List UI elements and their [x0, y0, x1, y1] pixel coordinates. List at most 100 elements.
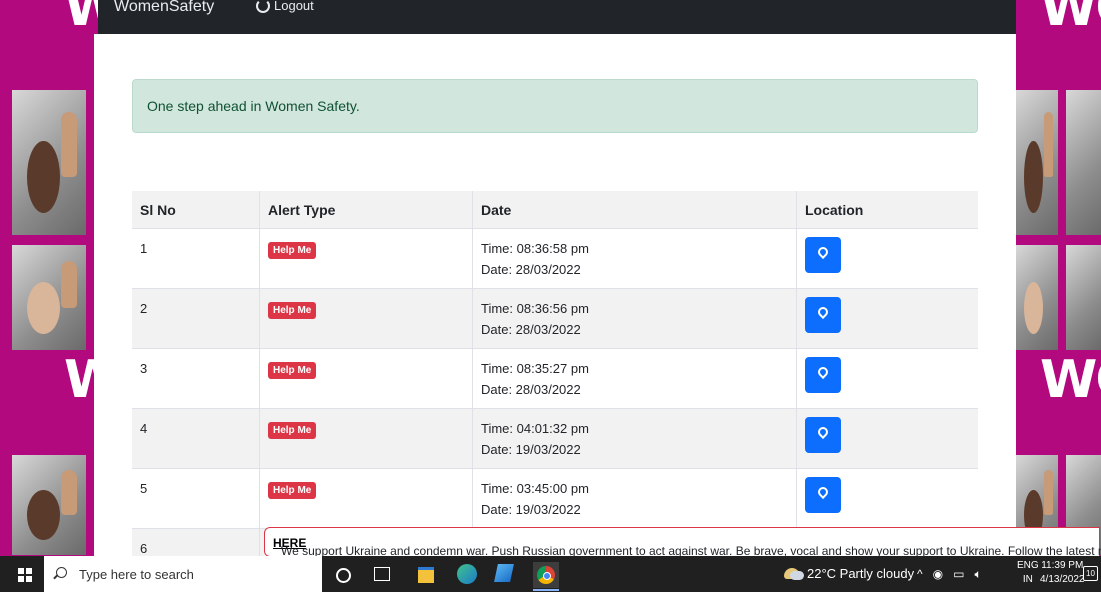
- alert-time: Time: 08:36:56 pm: [481, 301, 589, 316]
- table-row: 1 Help Me Time: 08:36:58 pm Date: 28/03/2…: [132, 228, 978, 289]
- cell-alert-type: Help Me: [259, 468, 473, 529]
- alert-message: One step ahead in Women Safety.: [147, 98, 360, 114]
- cell-sl-no: 2: [132, 288, 260, 349]
- column-header-alert-type: Alert Type: [259, 191, 473, 229]
- weather-widget[interactable]: 22°C Partly cloudy: [784, 566, 914, 581]
- background-photo: [1016, 245, 1058, 350]
- chrome-icon[interactable]: [533, 562, 559, 588]
- cell-location: [796, 348, 978, 409]
- top-navbar: WomenSafety Logout: [98, 0, 1016, 34]
- column-header-sl-no: Sl No: [132, 191, 260, 229]
- location-button[interactable]: [805, 477, 841, 513]
- background-photo: [12, 245, 86, 350]
- windows-taskbar: Type here to search 22°C Partly cloudy ^…: [0, 556, 1101, 592]
- windows-start-icon[interactable]: [18, 568, 32, 582]
- clock-time: 11:39 PM: [1041, 560, 1084, 571]
- background-photo: [1066, 90, 1101, 235]
- cortana-icon[interactable]: [336, 568, 351, 583]
- task-view-icon[interactable]: [374, 567, 390, 581]
- background-photo: [12, 90, 86, 235]
- edge-browser-icon[interactable]: [457, 564, 477, 584]
- meet-now-icon[interactable]: ◉: [933, 567, 943, 582]
- alerts-table: Sl No Alert Type Date Location 1 Help Me…: [132, 191, 978, 556]
- main-content: One step ahead in Women Safety. Sl No Al…: [94, 34, 1016, 556]
- search-icon: [56, 567, 67, 578]
- column-header-location: Location: [796, 191, 978, 229]
- battery-icon[interactable]: ▭: [953, 567, 964, 582]
- help-me-badge: Help Me: [268, 242, 317, 259]
- lang-code: ENG: [1017, 560, 1039, 571]
- taskbar-search-box[interactable]: Type here to search: [44, 556, 322, 592]
- cell-location: [796, 288, 978, 349]
- alert-date: Date: 28/03/2022: [481, 262, 581, 277]
- system-clock[interactable]: 11:39 PM 4/13/2022: [1040, 559, 1085, 587]
- cell-sl-no: 4: [132, 408, 260, 469]
- map-pin-icon: [815, 424, 831, 440]
- table-row: 2 Help Me Time: 08:36:56 pm Date: 28/03/2…: [132, 288, 978, 349]
- brand-link[interactable]: WomenSafety: [114, 0, 214, 16]
- help-me-badge: Help Me: [268, 422, 317, 439]
- alert-date: Date: 28/03/2022: [481, 382, 581, 397]
- alert-time: Time: 03:45:00 pm: [481, 481, 589, 496]
- system-tray: ^ ◉ ▭ 🔈︎: [917, 567, 982, 582]
- chevron-up-icon[interactable]: ^: [917, 567, 923, 582]
- power-icon: [256, 0, 270, 13]
- background-photo: [1066, 245, 1101, 350]
- background-photo: [1016, 90, 1058, 235]
- table-row: 5 Help Me Time: 03:45:00 pm Date: 19/03/2…: [132, 468, 978, 529]
- cell-alert-type: Help Me: [259, 228, 473, 289]
- cell-sl-no: 6: [132, 528, 260, 556]
- notification-center-icon[interactable]: 10: [1083, 566, 1098, 581]
- microsoft-store-icon[interactable]: [494, 564, 514, 582]
- table-row: 3 Help Me Time: 08:35:27 pm Date: 28/03/2…: [132, 348, 978, 409]
- help-me-badge: Help Me: [268, 482, 317, 499]
- alert-time: Time: 04:01:32 pm: [481, 421, 589, 436]
- column-header-date: Date: [472, 191, 797, 229]
- cell-alert-type: Help Me: [259, 348, 473, 409]
- ukraine-support-banner: We support Ukraine and condemn war. Push…: [264, 527, 1101, 558]
- cell-location: [796, 468, 978, 529]
- background-photo: [12, 455, 86, 555]
- alert-time: Time: 08:35:27 pm: [481, 361, 589, 376]
- cell-date: Time: 08:36:56 pm Date: 28/03/2022: [472, 288, 797, 349]
- help-me-badge: Help Me: [268, 362, 317, 379]
- background-letter: WO: [1040, 350, 1101, 410]
- table-row: 4 Help Me Time: 04:01:32 pm Date: 19/03/2…: [132, 408, 978, 469]
- region-code: IN: [1022, 574, 1033, 585]
- cell-location: [796, 228, 978, 289]
- partly-cloudy-icon: [784, 568, 804, 580]
- cell-date: Time: 08:36:58 pm Date: 28/03/2022: [472, 228, 797, 289]
- location-button[interactable]: [805, 237, 841, 273]
- cell-sl-no: 5: [132, 468, 260, 529]
- cell-sl-no: 3: [132, 348, 260, 409]
- location-button[interactable]: [805, 357, 841, 393]
- background-letter: WO: [1040, 0, 1101, 38]
- cell-sl-no: 1: [132, 228, 260, 289]
- location-button[interactable]: [805, 297, 841, 333]
- map-pin-icon: [815, 484, 831, 500]
- cell-alert-type: Help Me: [259, 288, 473, 349]
- cell-alert-type: Help Me: [259, 408, 473, 469]
- cell-date: Time: 03:45:00 pm Date: 19/03/2022: [472, 468, 797, 529]
- cell-location: [796, 408, 978, 469]
- alert-date: Date: 19/03/2022: [481, 442, 581, 457]
- cell-date: Time: 04:01:32 pm Date: 19/03/2022: [472, 408, 797, 469]
- search-placeholder: Type here to search: [79, 567, 194, 582]
- alert-date: Date: 19/03/2022: [481, 502, 581, 517]
- clock-date: 4/13/2022: [1040, 574, 1085, 585]
- help-me-badge: Help Me: [268, 302, 317, 319]
- table-header-row: Sl No Alert Type Date Location: [132, 191, 978, 229]
- info-alert: One step ahead in Women Safety.: [132, 79, 978, 133]
- logout-link[interactable]: Logout: [256, 0, 314, 13]
- language-indicator[interactable]: ENG IN: [1017, 559, 1039, 587]
- map-pin-icon: [815, 244, 831, 260]
- cell-date: Time: 08:35:27 pm Date: 28/03/2022: [472, 348, 797, 409]
- alert-date: Date: 28/03/2022: [481, 322, 581, 337]
- notification-count: 10: [1086, 569, 1095, 578]
- location-button[interactable]: [805, 417, 841, 453]
- volume-icon[interactable]: 🔈︎: [974, 567, 981, 582]
- active-app-indicator: [533, 589, 559, 591]
- file-explorer-icon[interactable]: [418, 567, 434, 583]
- map-pin-icon: [815, 364, 831, 380]
- logout-label: Logout: [274, 0, 314, 13]
